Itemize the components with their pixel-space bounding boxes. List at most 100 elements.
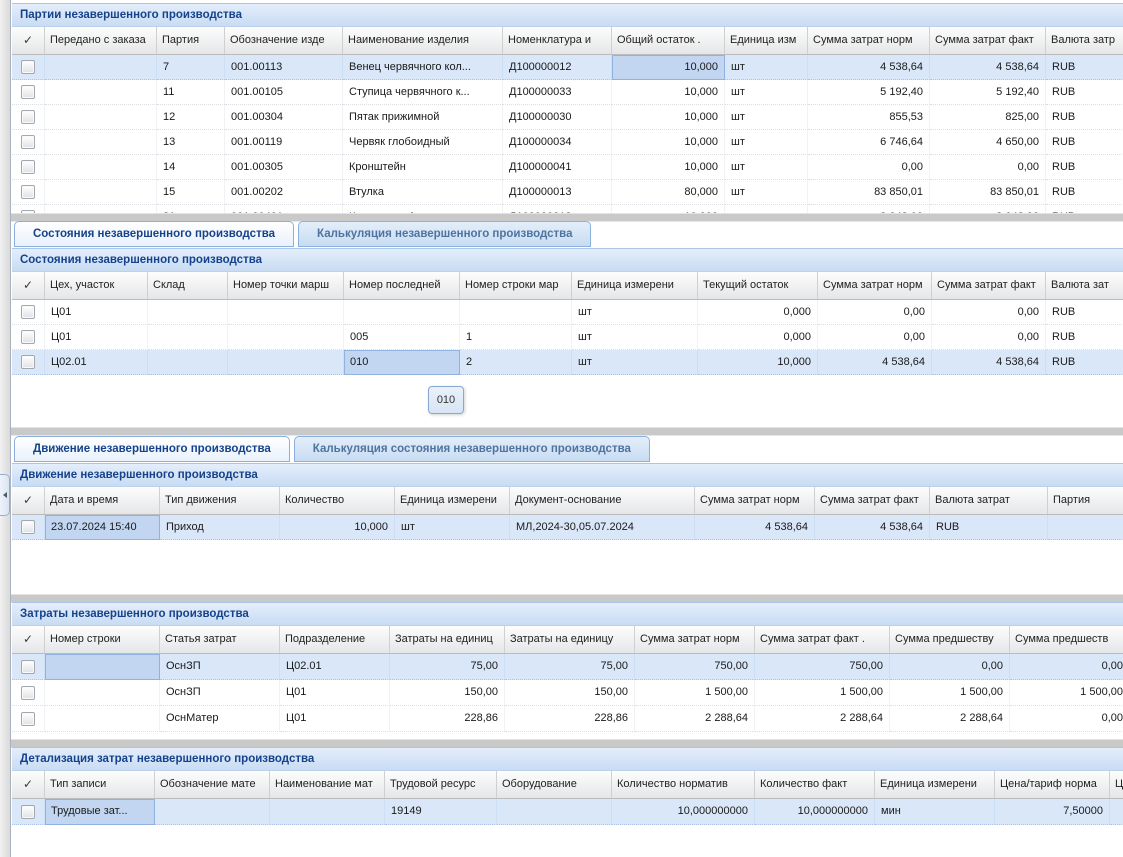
table-row[interactable]: ОснЗПЦ02.0175,0075,00750,00750,000,000,0… xyxy=(12,654,1123,680)
column-header[interactable]: Наименование мат xyxy=(270,771,385,798)
grid-cell[interactable]: Червяк глобоидный xyxy=(343,130,503,155)
tab-calculation-of-wip-state[interactable]: Калькуляция состояния незавершенного про… xyxy=(294,436,650,462)
grid-cell[interactable]: Ц01 xyxy=(280,680,390,706)
column-header[interactable]: Цех, участок xyxy=(45,272,148,299)
grid-cell[interactable]: Ц01 xyxy=(280,706,390,732)
table-row[interactable]: 12001.00304Пятак прижимнойД10000003010,0… xyxy=(12,105,1123,130)
column-header[interactable]: Статья затрат xyxy=(160,626,280,653)
grid-cell[interactable]: Ц02.01 xyxy=(280,654,390,680)
grid-cell[interactable]: Трудовые зат... xyxy=(45,799,155,825)
column-header[interactable]: Текущий остаток xyxy=(698,272,818,299)
grid-cell[interactable]: 1 500,00 xyxy=(635,680,755,706)
grid-cell[interactable]: 0,00 xyxy=(1010,654,1123,680)
table-row[interactable]: Ц02.010102шт10,0004 538,644 538,64RUB xyxy=(12,350,1123,375)
grid-cell[interactable]: 4 538,64 xyxy=(818,350,932,375)
grid-cell[interactable]: 150,00 xyxy=(505,680,635,706)
grid-cell[interactable]: 14 xyxy=(157,155,225,180)
grid-cell[interactable]: Ступица червячного к... xyxy=(343,80,503,105)
grid-cell[interactable]: 228,86 xyxy=(390,706,505,732)
grid-cell[interactable]: 150,00 xyxy=(390,680,505,706)
grid-cell[interactable]: 11 xyxy=(157,80,225,105)
column-header[interactable]: Сумма затрат норм xyxy=(695,487,815,514)
column-header[interactable]: Единица изм xyxy=(725,27,808,54)
row-checkbox[interactable] xyxy=(21,160,35,174)
grid-cell[interactable] xyxy=(270,799,385,825)
horizontal-splitter-2[interactable] xyxy=(11,427,1123,436)
column-header[interactable]: Единица измерени xyxy=(395,487,510,514)
grid-cell[interactable]: Д100000030 xyxy=(503,105,612,130)
table-row[interactable]: Трудовые зат...1914910,00000000010,00000… xyxy=(12,799,1123,825)
table-row[interactable]: Ц010051шт0,0000,000,00RUB xyxy=(12,325,1123,350)
select-all-header[interactable]: ✓ xyxy=(12,27,45,54)
grid-cell[interactable]: 1 500,00 xyxy=(1010,680,1123,706)
grid-cell[interactable] xyxy=(45,105,157,130)
column-header[interactable]: Партия xyxy=(1048,487,1123,514)
grid-cell[interactable]: Д100000034 xyxy=(503,130,612,155)
grid-cell[interactable]: 10,000 xyxy=(698,350,818,375)
grid-cell[interactable]: 0,00 xyxy=(808,155,930,180)
grid-cell[interactable]: 0,000 xyxy=(698,325,818,350)
grid-cell[interactable]: 83 850,01 xyxy=(930,180,1046,205)
row-checkbox[interactable] xyxy=(21,520,35,534)
column-header[interactable]: Наименование изделия xyxy=(343,27,503,54)
grid-cell[interactable]: шт xyxy=(572,350,698,375)
column-header[interactable]: Валюта затрат xyxy=(930,487,1048,514)
row-checkbox[interactable] xyxy=(21,805,35,819)
select-all-header[interactable]: ✓ xyxy=(12,626,45,653)
grid-cell[interactable]: 2 288,64 xyxy=(890,706,1010,732)
column-header[interactable]: Партия xyxy=(157,27,225,54)
grid-cell[interactable]: 12 xyxy=(157,105,225,130)
grid-cell[interactable] xyxy=(228,300,344,325)
column-header[interactable]: Обозначение мате xyxy=(155,771,270,798)
grid-cell[interactable] xyxy=(1110,799,1123,825)
grid-cell[interactable]: шт xyxy=(725,130,808,155)
row-checkbox[interactable] xyxy=(21,305,35,319)
grid-cell[interactable]: 0,00 xyxy=(932,325,1046,350)
select-all-header[interactable]: ✓ xyxy=(12,771,45,798)
grid-cell[interactable]: мин xyxy=(875,799,995,825)
grid-cell[interactable] xyxy=(45,680,160,706)
column-header[interactable]: Ц xyxy=(1110,771,1123,798)
column-header[interactable]: Валюта зат xyxy=(1046,272,1123,299)
grid-cell[interactable] xyxy=(497,799,612,825)
grid-cell[interactable]: шт xyxy=(725,155,808,180)
grid-cell[interactable]: 001.00119 xyxy=(225,130,343,155)
row-checkbox[interactable] xyxy=(21,85,35,99)
column-header[interactable]: Затраты на единиц xyxy=(390,626,505,653)
grid-cell[interactable] xyxy=(45,130,157,155)
grid-cell[interactable]: ОснМатер xyxy=(160,706,280,732)
grid-cell[interactable]: Пятак прижимной xyxy=(343,105,503,130)
table-row[interactable]: 11001.00105Ступица червячного к...Д10000… xyxy=(12,80,1123,105)
column-header[interactable]: Сумма затрат факт xyxy=(815,487,930,514)
grid-cell[interactable]: 001.00304 xyxy=(225,105,343,130)
grid-cell[interactable]: 750,00 xyxy=(635,654,755,680)
column-header[interactable]: Количество факт xyxy=(755,771,875,798)
grid-cell[interactable] xyxy=(148,350,228,375)
grid-cell[interactable]: RUB xyxy=(1046,325,1123,350)
grid-cell[interactable]: Приход xyxy=(160,515,280,540)
grid-cell[interactable]: 001.00202 xyxy=(225,180,343,205)
grid-cell[interactable]: ОснЗП xyxy=(160,654,280,680)
grid-cell[interactable] xyxy=(228,325,344,350)
grid-cell[interactable]: RUB xyxy=(1046,350,1123,375)
grid-cell[interactable]: 10,000 xyxy=(612,155,725,180)
row-checkbox[interactable] xyxy=(21,355,35,369)
grid-cell[interactable] xyxy=(155,799,270,825)
grid-cell[interactable]: 4 538,64 xyxy=(815,515,930,540)
grid-cell[interactable]: 0,00 xyxy=(1010,706,1123,732)
table-row[interactable]: 7001.00113Венец червячного кол...Д100000… xyxy=(12,55,1123,80)
grid-cell[interactable]: 001.00113 xyxy=(225,55,343,80)
row-checkbox[interactable] xyxy=(21,110,35,124)
grid-cell[interactable]: 2 288,64 xyxy=(755,706,890,732)
grid-cell[interactable]: 4 650,00 xyxy=(930,130,1046,155)
grid-cell[interactable]: 15 xyxy=(157,180,225,205)
grid-cell[interactable]: 4 538,64 xyxy=(695,515,815,540)
grid-cell[interactable]: Ц01 xyxy=(45,325,148,350)
grid-cell[interactable]: 005 xyxy=(344,325,460,350)
grid-cell[interactable]: 83 850,01 xyxy=(808,180,930,205)
grid-cell[interactable]: Д100000012 xyxy=(503,55,612,80)
column-header[interactable]: Обозначение изде xyxy=(225,27,343,54)
grid-cell[interactable]: RUB xyxy=(1046,105,1123,130)
tab-movement-of-wip[interactable]: Движение незавершенного производства xyxy=(14,436,290,462)
row-checkbox[interactable] xyxy=(21,712,35,726)
